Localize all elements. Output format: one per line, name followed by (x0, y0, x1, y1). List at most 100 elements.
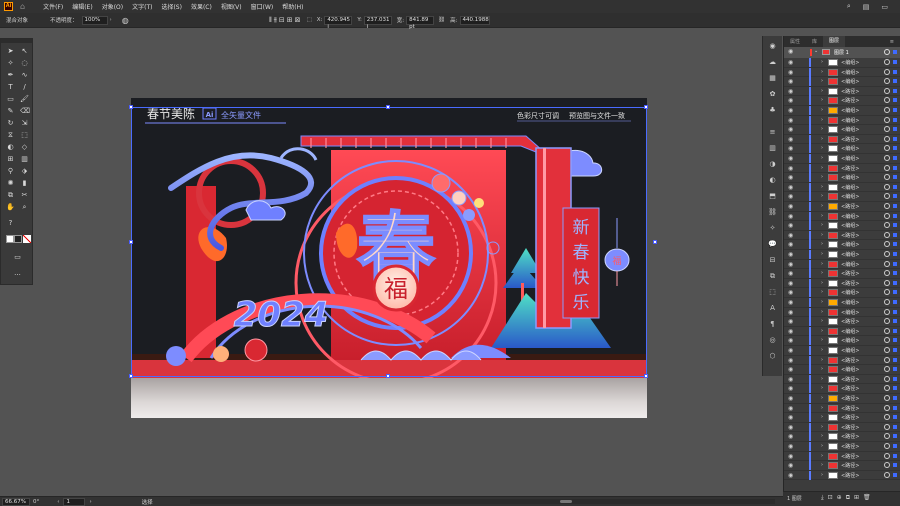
layer-row[interactable]: ◉ › <编组> (784, 115, 900, 126)
horizontal-scrollbar[interactable] (190, 499, 775, 504)
eraser-icon[interactable]: ⌫ (20, 107, 30, 116)
chevron-right-icon[interactable]: › (821, 299, 823, 305)
chevron-right-icon[interactable]: › (821, 193, 823, 199)
layer-row[interactable]: ◉ › <路径> (784, 96, 900, 106)
eye-icon[interactable]: ◉ (788, 136, 793, 143)
y-input[interactable]: 237.031 i (363, 15, 392, 30)
target-icon[interactable] (884, 423, 890, 430)
eye-icon[interactable]: ◉ (788, 299, 793, 306)
selection-indicator[interactable] (893, 328, 897, 333)
chevron-right-icon[interactable]: › (821, 462, 823, 468)
resize-handle-l[interactable] (129, 240, 133, 244)
eye-icon[interactable]: ◉ (788, 433, 793, 440)
target-icon[interactable] (884, 231, 890, 238)
eye-icon[interactable]: ◉ (788, 117, 793, 124)
pen-tool-icon[interactable]: ✒ (6, 71, 15, 80)
eye-icon[interactable]: ◉ (788, 222, 793, 229)
target-icon[interactable] (884, 193, 890, 200)
target-icon[interactable] (884, 155, 890, 161)
resize-handle-r[interactable] (653, 240, 657, 244)
perspective-icon[interactable]: ◇ (20, 143, 29, 152)
selection-indicator[interactable] (893, 472, 897, 477)
chevron-right-icon[interactable]: › (821, 318, 823, 324)
selection-indicator[interactable] (893, 415, 897, 420)
layer-row[interactable]: ◉ › <路径> (784, 394, 900, 404)
transform-panel-icon[interactable]: ⬚ (768, 288, 777, 296)
menu-window[interactable]: 窗口(W) (251, 2, 274, 11)
eye-icon[interactable]: ◉ (788, 213, 793, 220)
chevron-right-icon[interactable]: › (821, 376, 823, 382)
eye-icon[interactable]: ◉ (788, 357, 793, 364)
layer-row-top[interactable]: ◉ ⌄ 图层 1 (784, 47, 900, 58)
panel-menu-icon[interactable]: ≡ (884, 39, 900, 45)
selection-indicator[interactable] (893, 290, 897, 295)
selection-indicator[interactable] (893, 165, 897, 170)
eye-icon[interactable]: ◉ (788, 107, 793, 114)
selection-indicator[interactable] (893, 300, 897, 304)
menu-view[interactable]: 视图(V) (221, 2, 242, 11)
chevron-right-icon[interactable]: › (821, 251, 823, 257)
layer-row[interactable]: ◉ › <路径> (784, 355, 900, 366)
resize-handle-b[interactable] (386, 374, 390, 378)
eye-icon[interactable]: ◉ (788, 376, 793, 383)
eye-icon[interactable]: ◉ (788, 48, 793, 55)
tab-layers[interactable]: 图层 (823, 36, 846, 47)
menu-type[interactable]: 文字(T) (132, 2, 152, 11)
selection-indicator[interactable] (893, 309, 897, 314)
width-tool-icon[interactable]: ⧖ (6, 131, 15, 140)
selection-indicator[interactable] (893, 357, 897, 362)
eye-icon[interactable]: ◉ (788, 69, 793, 76)
resize-handle-bl[interactable] (129, 374, 133, 378)
artboard-number[interactable]: 1 (63, 497, 86, 506)
eye-icon[interactable]: ◉ (788, 366, 793, 373)
layer-row[interactable]: ◉ › <编组> (784, 336, 900, 346)
selection-indicator[interactable] (893, 252, 897, 256)
eye-icon[interactable]: ◉ (788, 462, 793, 469)
layer-row[interactable]: ◉ › <路径> (784, 317, 900, 327)
blend-icon[interactable]: ⬗ (20, 167, 29, 176)
chevron-right-icon[interactable]: › (821, 155, 823, 161)
menu-object[interactable]: 对象(O) (102, 2, 123, 11)
layer-row[interactable]: ◉ › <编组> (784, 288, 900, 298)
target-icon[interactable] (884, 241, 890, 248)
fill-swatch[interactable] (6, 235, 14, 243)
home-icon[interactable]: ⌂ (20, 2, 25, 11)
mesh-icon[interactable]: ⊞ (6, 155, 15, 164)
eye-icon[interactable]: ◉ (788, 184, 793, 191)
selection-indicator[interactable] (893, 127, 897, 132)
target-icon[interactable] (884, 299, 890, 305)
eye-icon[interactable]: ◉ (788, 405, 793, 412)
selection-indicator[interactable] (893, 69, 897, 74)
layer-row[interactable]: ◉ › <路径> (784, 461, 900, 471)
layer-row[interactable]: ◉ › <编组> (784, 58, 900, 68)
selection-indicator[interactable] (893, 376, 897, 381)
scale-icon[interactable]: ⇲ (20, 119, 29, 128)
target-icon[interactable] (884, 59, 890, 65)
chevron-right-icon[interactable]: › (821, 443, 823, 449)
target-icon[interactable] (884, 212, 890, 219)
tab-properties[interactable]: 属性 (784, 38, 806, 45)
chevron-right-icon[interactable]: › (821, 289, 823, 295)
h-input[interactable]: 440.1988 (459, 15, 490, 25)
chevron-right-icon[interactable]: › (821, 203, 823, 209)
target-icon[interactable] (884, 68, 890, 75)
chevron-right-icon[interactable]: › (821, 337, 823, 343)
pathfinder-icon[interactable]: ⧉ (768, 272, 777, 280)
scrollbar-thumb[interactable] (560, 500, 572, 503)
chevron-right-icon[interactable]: › (821, 309, 823, 315)
eye-icon[interactable]: ◉ (788, 78, 793, 85)
free-transform-icon[interactable]: ⬚ (20, 131, 29, 140)
target-icon[interactable] (884, 222, 890, 229)
selection-indicator[interactable] (893, 175, 897, 180)
chevron-right-icon[interactable]: › (821, 453, 823, 459)
layer-row[interactable]: ◉ › <编组> (784, 154, 900, 164)
eye-icon[interactable]: ◉ (788, 97, 793, 104)
align-icons[interactable]: ⫴⫵⊟⊞⊠ (269, 16, 303, 25)
selection-indicator[interactable] (893, 348, 897, 352)
layer-row[interactable]: ◉ › <路径> (784, 374, 900, 385)
selection-indicator[interactable] (893, 156, 897, 160)
layer-row[interactable]: ◉ › <编组> (784, 77, 900, 87)
chevron-right-icon[interactable]: › (821, 59, 823, 65)
image-trace-icon[interactable]: ✧ (768, 224, 777, 232)
target-icon[interactable] (884, 87, 890, 94)
